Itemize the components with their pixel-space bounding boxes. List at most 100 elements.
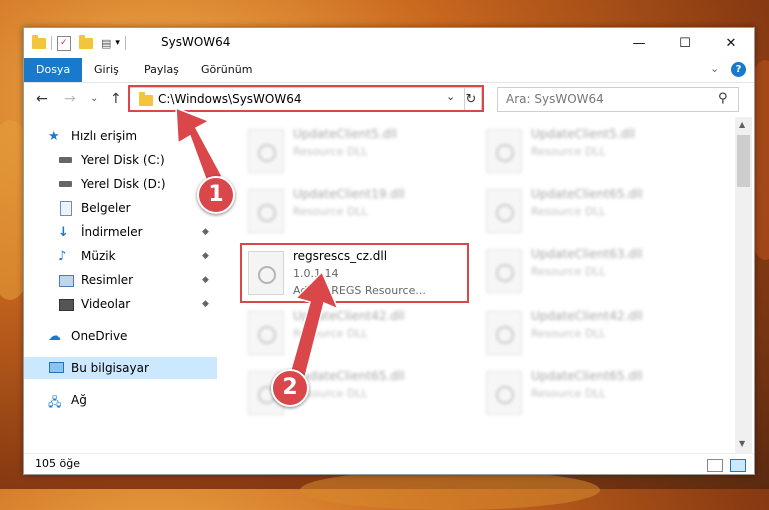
pin-icon[interactable]: ◆ xyxy=(202,155,209,165)
customize-view-icon[interactable]: ▤ xyxy=(101,37,111,50)
file-name: UpdateClient42.dll xyxy=(293,309,405,323)
computer-icon xyxy=(48,361,64,375)
sidebar-item-label: Videolar xyxy=(81,297,131,311)
ribbon-expand-icon[interactable]: ⌄ xyxy=(710,62,719,75)
network-icon: 🖧 xyxy=(48,395,62,409)
help-icon[interactable]: ? xyxy=(731,62,746,77)
navigation-pane: ★ Hızlı erişim Yerel Disk (C:) ◆ Yerel D… xyxy=(24,117,240,453)
file-description: Resource DLL xyxy=(531,387,606,400)
title-bar: ✓ ▤ ▾ SysWOW64 — ☐ ✕ xyxy=(24,28,754,58)
item-count: 105 öğe xyxy=(35,457,80,470)
search-box[interactable]: Ara: SysWOW64 ⚲ xyxy=(497,87,739,112)
properties-icon[interactable]: ✓ xyxy=(57,35,71,51)
search-input[interactable]: Ara: SysWOW64 xyxy=(506,92,604,106)
file-description: Resource DLL xyxy=(531,145,606,158)
tab-home[interactable]: Giriş xyxy=(94,58,119,82)
tab-file[interactable]: Dosya xyxy=(24,58,83,82)
quick-access-toolbar: ✓ ▤ ▾ xyxy=(32,34,131,52)
ribbon-tabs: Dosya Giriş Paylaş Görünüm ⌄ ? xyxy=(24,58,754,83)
documents-icon xyxy=(58,201,74,216)
tab-view[interactable]: Görünüm xyxy=(201,58,252,82)
file-name: UpdateClient42.dll xyxy=(531,309,643,323)
pin-icon[interactable]: ◆ xyxy=(202,275,209,285)
file-name: UpdateClient65.dll xyxy=(293,369,405,383)
file-item[interactable]: UpdateClient42.dll Resource DLL xyxy=(483,307,703,361)
up-button[interactable]: ↑ xyxy=(110,91,122,107)
sidebar-item-label: Yerel Disk (C:) xyxy=(81,153,165,167)
file-item[interactable]: UpdateClient63.dll Resource DLL xyxy=(483,245,703,299)
file-item[interactable]: UpdateClient42.dll Resource DLL xyxy=(245,307,465,361)
vertical-scrollbar[interactable]: ▲ ▼ xyxy=(735,117,752,453)
sidebar-item-label: Ağ xyxy=(71,393,87,407)
file-name: UpdateClient63.dll xyxy=(531,247,643,261)
file-name: UpdateClient19.dll xyxy=(293,187,405,201)
address-highlight-box xyxy=(128,85,484,112)
sidebar-item-label: İndirmeler xyxy=(81,225,143,239)
cloud-icon: ☁ xyxy=(48,329,61,344)
details-view-icon[interactable] xyxy=(707,459,723,472)
dll-file-icon xyxy=(486,249,522,293)
file-description: Resource DLL xyxy=(531,265,606,278)
scroll-up-icon[interactable]: ▲ xyxy=(739,120,745,129)
sidebar-item-network[interactable]: 🖧 Ağ xyxy=(24,389,240,411)
sidebar-item-onedrive[interactable]: ☁ OneDrive xyxy=(24,325,240,347)
music-icon: ♪ xyxy=(58,249,67,264)
file-description: Resource DLL xyxy=(293,145,368,158)
sidebar-item-label: Belgeler xyxy=(81,201,131,215)
customize-toolbar-chevron-icon[interactable]: ▾ xyxy=(115,38,120,48)
sidebar-item-label: Yerel Disk (D:) xyxy=(81,177,166,191)
file-name: UpdateClient65.dll xyxy=(531,187,643,201)
scrollbar-thumb[interactable] xyxy=(737,135,750,187)
step-marker-1: 1 xyxy=(197,176,235,214)
dll-file-icon xyxy=(486,129,522,173)
file-name: UpdateClient65.dll xyxy=(531,369,643,383)
minimize-button[interactable]: — xyxy=(616,28,662,58)
video-icon xyxy=(58,297,74,311)
forward-button[interactable]: → xyxy=(64,91,76,107)
file-highlight-box xyxy=(240,243,469,303)
pin-icon[interactable]: ◆ xyxy=(202,227,209,237)
background-foliage xyxy=(300,470,600,510)
pin-icon[interactable]: ◆ xyxy=(202,299,209,309)
navigation-bar: ← → ⌄ ↑ C:\Windows\SysWOW64 ⌄ ↻ Ara: Sys… xyxy=(24,83,754,117)
recent-locations-button[interactable]: ⌄ xyxy=(90,93,98,104)
close-button[interactable]: ✕ xyxy=(708,28,754,58)
file-description: Resource DLL xyxy=(531,327,606,340)
dll-file-icon xyxy=(248,129,284,173)
maximize-button[interactable]: ☐ xyxy=(662,28,708,58)
sidebar-item-quick-access[interactable]: ★ Hızlı erişim xyxy=(24,125,240,147)
star-icon: ★ xyxy=(48,129,60,144)
scroll-down-icon[interactable]: ▼ xyxy=(739,439,745,448)
new-folder-icon[interactable] xyxy=(79,34,93,49)
sidebar-item-label: Hızlı erişim xyxy=(71,129,138,143)
file-item[interactable]: UpdateClient65.dll Resource DLL xyxy=(483,367,703,421)
step-marker-2: 2 xyxy=(271,369,309,407)
back-button[interactable]: ← xyxy=(36,91,48,107)
explorer-window: ✓ ▤ ▾ SysWOW64 — ☐ ✕ Dosya Giriş Paylaş … xyxy=(23,27,755,475)
file-description: Resource DLL xyxy=(293,327,368,340)
file-item[interactable]: UpdateClient5.dll Resource DLL xyxy=(483,125,703,179)
search-icon[interactable]: ⚲ xyxy=(718,91,728,106)
dll-file-icon xyxy=(248,311,284,355)
drive-icon xyxy=(58,153,74,167)
file-name: UpdateClient5.dll xyxy=(293,127,397,141)
tab-share[interactable]: Paylaş xyxy=(144,58,179,82)
sidebar-item-label: OneDrive xyxy=(71,329,128,343)
file-item[interactable]: UpdateClient65.dll Resource DLL xyxy=(483,185,703,239)
file-item[interactable]: UpdateClient5.dll Resource DLL xyxy=(245,125,465,179)
file-name: UpdateClient5.dll xyxy=(531,127,635,141)
separator xyxy=(124,36,126,50)
dll-file-icon xyxy=(486,311,522,355)
dll-file-icon xyxy=(248,189,284,233)
file-item[interactable]: UpdateClient19.dll Resource DLL xyxy=(245,185,465,239)
dll-file-icon xyxy=(486,189,522,233)
pictures-icon xyxy=(58,273,74,287)
sidebar-item-this-pc[interactable]: Bu bilgisayar xyxy=(24,357,240,379)
window-title: SysWOW64 xyxy=(161,35,231,49)
download-icon: ↓ xyxy=(58,225,69,240)
folder-icon xyxy=(32,34,46,49)
status-bar: 105 öğe xyxy=(24,453,754,474)
separator xyxy=(51,36,52,50)
pin-icon[interactable]: ◆ xyxy=(202,251,209,261)
tiles-view-icon[interactable] xyxy=(730,459,746,472)
